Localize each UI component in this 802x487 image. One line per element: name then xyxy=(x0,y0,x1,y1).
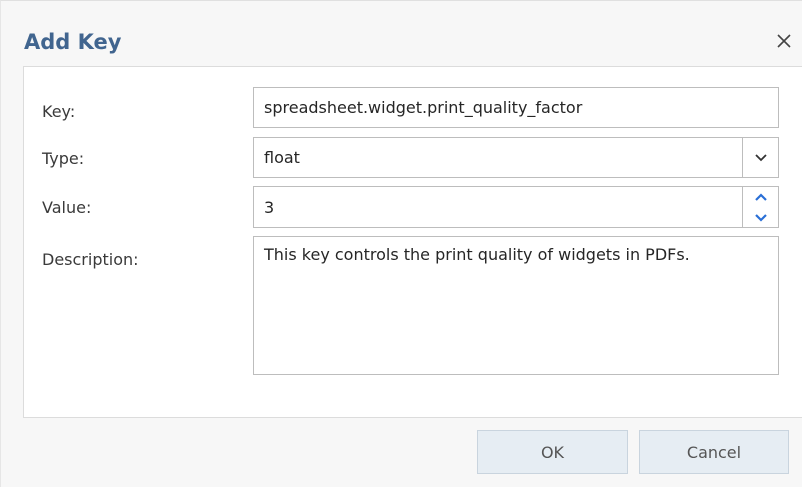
description-label: Description: xyxy=(42,250,139,269)
close-icon xyxy=(777,34,791,48)
chevron-down-icon xyxy=(754,213,767,222)
type-label: Type: xyxy=(42,149,85,168)
increment-button[interactable] xyxy=(743,187,778,207)
close-button[interactable] xyxy=(772,29,796,53)
type-dropdown-button[interactable] xyxy=(742,138,778,177)
chevron-up-icon xyxy=(754,192,767,201)
type-select[interactable]: float xyxy=(253,137,779,178)
value-input-value: 3 xyxy=(264,197,275,217)
add-key-dialog: Add Key Key: spreadsheet.widget.print_qu… xyxy=(0,0,802,487)
value-label: Value: xyxy=(42,198,92,217)
value-spinner xyxy=(742,187,778,227)
key-input-value: spreadsheet.widget.print_quality_factor xyxy=(264,98,583,117)
ok-button[interactable]: OK xyxy=(477,430,628,474)
dialog-title: Add Key xyxy=(24,30,122,54)
chevron-down-icon xyxy=(754,153,767,161)
key-label: Key: xyxy=(42,102,76,121)
type-select-value: float xyxy=(264,148,300,167)
decrement-button[interactable] xyxy=(743,207,778,227)
cancel-button[interactable]: Cancel xyxy=(639,430,789,474)
key-input[interactable]: spreadsheet.widget.print_quality_factor xyxy=(253,87,779,128)
description-textarea[interactable]: This key controls the print quality of w… xyxy=(253,236,779,375)
value-number-input[interactable]: 3 xyxy=(253,186,779,228)
